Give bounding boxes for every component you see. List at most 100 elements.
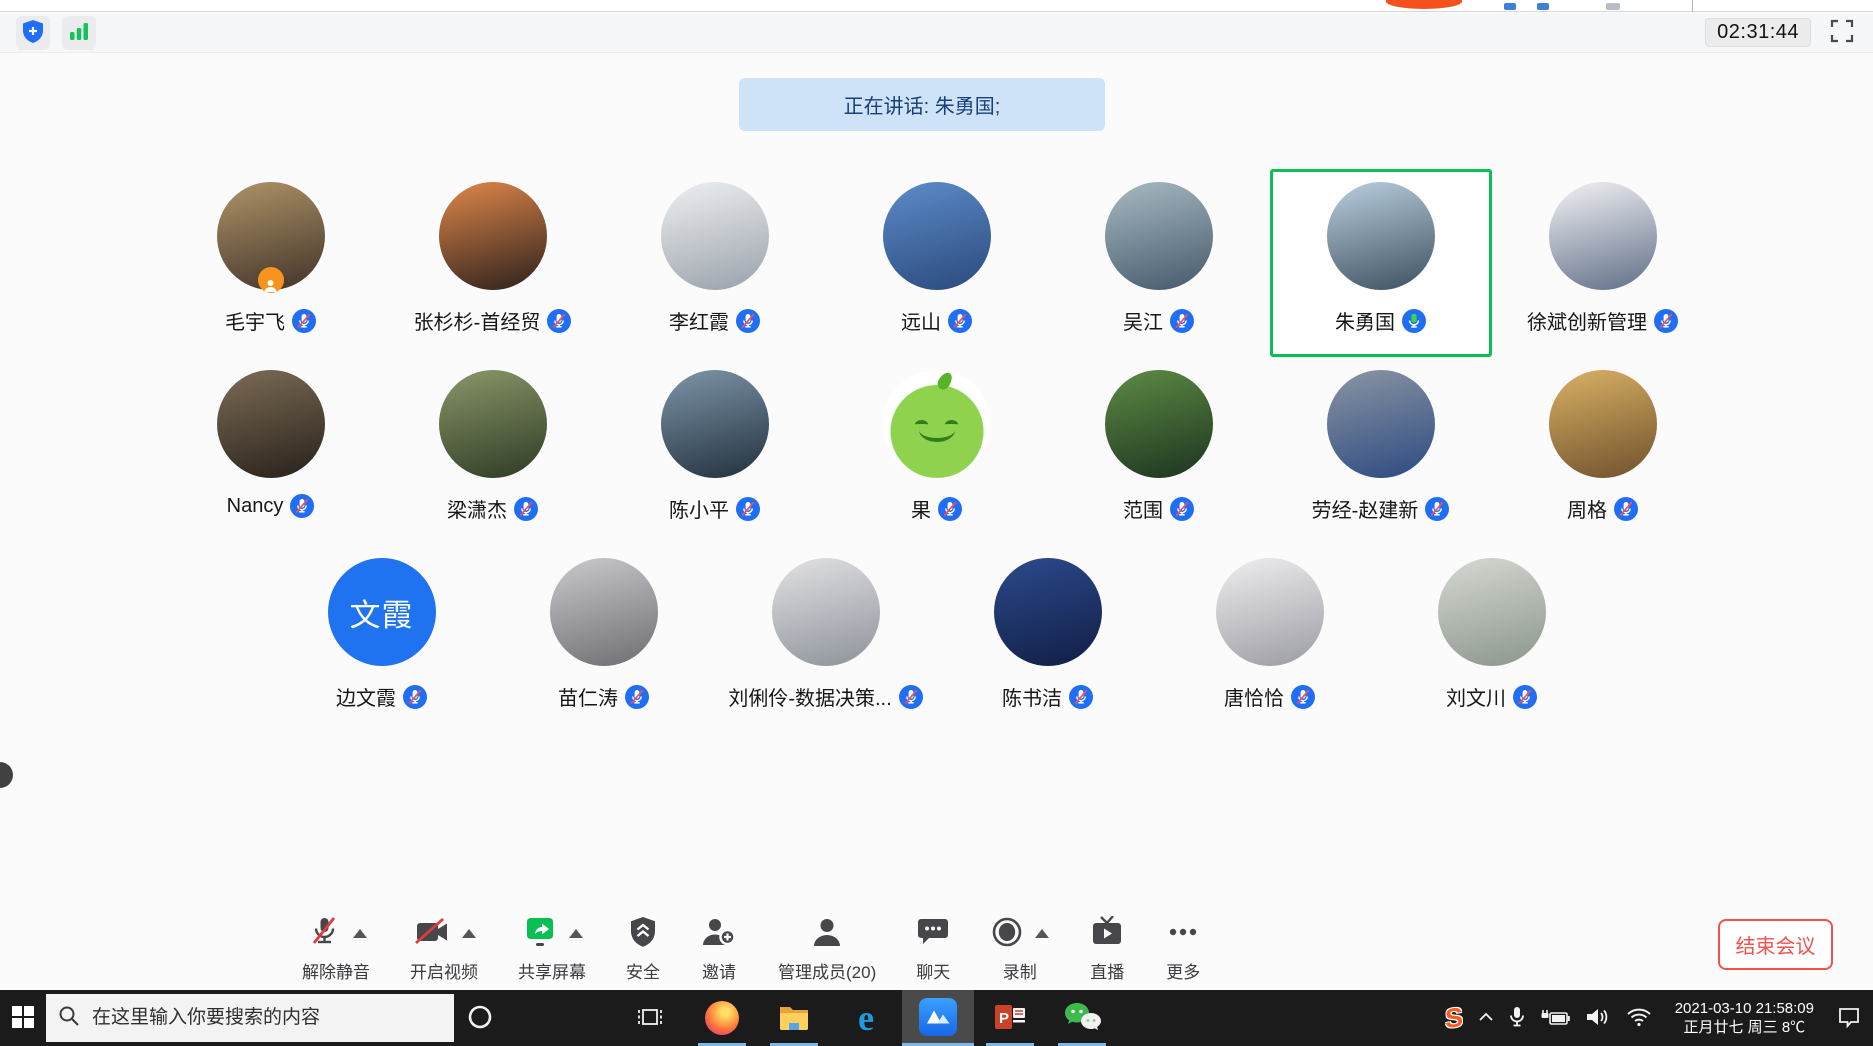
participant-name: 徐斌创新管理 [1527, 306, 1647, 335]
mic-muted-icon [1069, 685, 1093, 709]
taskbar-app-meeting[interactable] [902, 990, 974, 1046]
participant-tile[interactable]: 毛宇飞 [160, 169, 382, 357]
caret-up-icon[interactable] [353, 929, 367, 938]
action-center-button[interactable] [1837, 1005, 1861, 1032]
mic-muted-icon [625, 685, 649, 709]
participant-row: Nancy梁潇杰陈小平果范围 劳经-赵建新周格 [0, 357, 1873, 545]
mic-muted-icon [292, 309, 316, 333]
edge-panel-handle[interactable] [0, 762, 13, 788]
toolbar-person-button[interactable]: 管理成员(20) [778, 915, 876, 983]
clock-datetime: 2021-03-10 21:58:09 [1675, 999, 1814, 1018]
meeting-toolbar: 解除静音开启视频共享屏幕安全邀请管理成员(20) 聊天录制 直播更多 结束会议 [0, 910, 1873, 990]
camera-off-icon [413, 917, 451, 950]
taskbar-app-edge[interactable]: e [830, 990, 902, 1046]
tray-volume-button[interactable] [1585, 1006, 1611, 1031]
participant-row: 文霞边文霞苗仁涛 刘俐伶-数据决策...陈书洁唐恰恰刘文川 [0, 545, 1873, 733]
toolbar-share-screen-button[interactable]: 共享屏幕 [518, 915, 586, 983]
participant-name: 刘文川 [1446, 682, 1506, 711]
taskbar-clock[interactable]: 2021-03-10 21:58:09 正月廿七 周三 8℃ [1675, 999, 1814, 1037]
toolbar-person-add-button[interactable]: 邀请 [700, 915, 738, 983]
participant-tile[interactable]: 远山 [826, 169, 1048, 357]
taskbar-app-wechat[interactable] [1046, 990, 1118, 1046]
participant-tile[interactable]: 文霞边文霞 [271, 545, 493, 733]
toolbar-items: 解除静音开启视频共享屏幕安全邀请管理成员(20) 聊天录制 直播更多 [302, 915, 1201, 983]
background-icon-fragment [1606, 3, 1620, 10]
participant-tile[interactable]: 刘俐伶-数据决策... [715, 545, 937, 733]
background-window-border [1692, 0, 1693, 12]
participant-tile[interactable]: 梁潇杰 [382, 357, 604, 545]
participant-tile[interactable]: 徐斌创新管理 [1492, 169, 1714, 357]
taskbar-app-task-view[interactable] [614, 990, 686, 1046]
participant-tile[interactable]: Nancy [160, 357, 382, 545]
toolbar-more-button[interactable]: 更多 [1165, 915, 1201, 983]
action-center-icon [1837, 1005, 1861, 1032]
meeting-timer: 02:31:44 [1705, 18, 1811, 47]
participant-tile[interactable]: 劳经-赵建新 [1270, 357, 1492, 545]
taskbar-search[interactable] [46, 994, 454, 1042]
taskbar-app-powerpoint[interactable]: P [974, 990, 1046, 1046]
record-icon [990, 915, 1024, 952]
toolbar-live-button[interactable]: 直播 [1089, 915, 1125, 983]
participant-name-row: 毛宇飞 [225, 306, 316, 335]
toolbar-icon-row [1089, 915, 1125, 951]
person-icon [811, 916, 843, 951]
participant-tile-active-speaker[interactable]: 朱勇国 [1270, 169, 1492, 357]
participant-tile[interactable]: 范围 [1048, 357, 1270, 545]
participant-tile[interactable]: 唐恰恰 [1159, 545, 1381, 733]
start-button[interactable] [0, 990, 46, 1046]
meeting-security-shield-button[interactable] [16, 16, 50, 50]
participant-tile[interactable]: 苗仁涛 [493, 545, 715, 733]
avatar [439, 370, 547, 478]
participant-name: 李红霞 [669, 306, 729, 335]
toolbar-chat-button[interactable]: 聊天 [916, 915, 950, 983]
search-input[interactable] [90, 1006, 442, 1030]
participant-tile[interactable]: 吴江 [1048, 169, 1270, 357]
taskbar-app-explorer[interactable] [758, 990, 830, 1046]
apple-avatar-decoration [945, 420, 958, 429]
wifi-icon [1626, 1007, 1652, 1030]
toolbar-record-button[interactable]: 录制 [990, 915, 1049, 983]
tray-sogou-button[interactable]: S [1445, 1005, 1463, 1032]
participant-name-row: 范围 [1123, 494, 1194, 523]
caret-up-icon[interactable] [462, 929, 476, 938]
speaking-banner: 正在讲话: 朱勇国; [739, 78, 1105, 131]
tray-battery-button[interactable] [1540, 1007, 1570, 1030]
participant-tile[interactable]: 李红霞 [604, 169, 826, 357]
toolbar-shield-button[interactable]: 安全 [626, 915, 660, 983]
participant-tile[interactable]: 陈书洁 [937, 545, 1159, 733]
tray-caret-up-button[interactable] [1478, 1011, 1494, 1026]
toolbar-mic-off-button[interactable]: 解除静音 [302, 915, 370, 983]
mic-muted-icon [1513, 685, 1537, 709]
toolbar-icon-row [990, 915, 1049, 951]
network-signal-button[interactable] [62, 16, 96, 50]
mic-muted-icon [403, 685, 427, 709]
mic-muted-icon [736, 497, 760, 521]
avatar [661, 182, 769, 290]
participant-name: 远山 [901, 306, 941, 335]
system-tray: S 2021-03-10 21:58:09 正月廿七 周三 8℃ [1445, 999, 1873, 1037]
tray-wifi-button[interactable] [1626, 1007, 1652, 1030]
caret-up-icon[interactable] [1035, 929, 1049, 938]
participant-tile[interactable]: 张杉杉-首经贸 [382, 169, 604, 357]
volume-icon [1585, 1006, 1611, 1031]
avatar [217, 370, 325, 478]
meeting-app-window: 02:31:44 正在讲话: 朱勇国; 毛宇飞 张杉杉-首经贸李红霞 远山 吴江朱勇国… [0, 0, 1873, 1046]
fullscreen-button[interactable] [1827, 18, 1857, 48]
tray-microphone-button[interactable] [1509, 1006, 1525, 1031]
participant-tile[interactable]: 周格 [1492, 357, 1714, 545]
participant-tile[interactable]: 陈小平 [604, 357, 826, 545]
toolbar-label: 录制 [1003, 958, 1037, 983]
participant-name: 毛宇飞 [225, 306, 285, 335]
share-screen-icon [522, 915, 558, 952]
participant-tile[interactable]: 刘文川 [1381, 545, 1603, 733]
speaking-banner-text: 正在讲话: 朱勇国; [844, 90, 1001, 119]
toolbar-camera-off-button[interactable]: 开启视频 [410, 915, 478, 983]
participant-name-row: 苗仁涛 [558, 682, 649, 711]
cortana-button[interactable] [454, 990, 506, 1046]
toolbar-icon-row [916, 915, 950, 951]
taskbar-app-firefox[interactable] [686, 990, 758, 1046]
participant-tile[interactable]: 果 [826, 357, 1048, 545]
toolbar-icon-row [1165, 915, 1201, 951]
caret-up-icon[interactable] [569, 929, 583, 938]
end-meeting-button[interactable]: 结束会议 [1718, 919, 1833, 970]
